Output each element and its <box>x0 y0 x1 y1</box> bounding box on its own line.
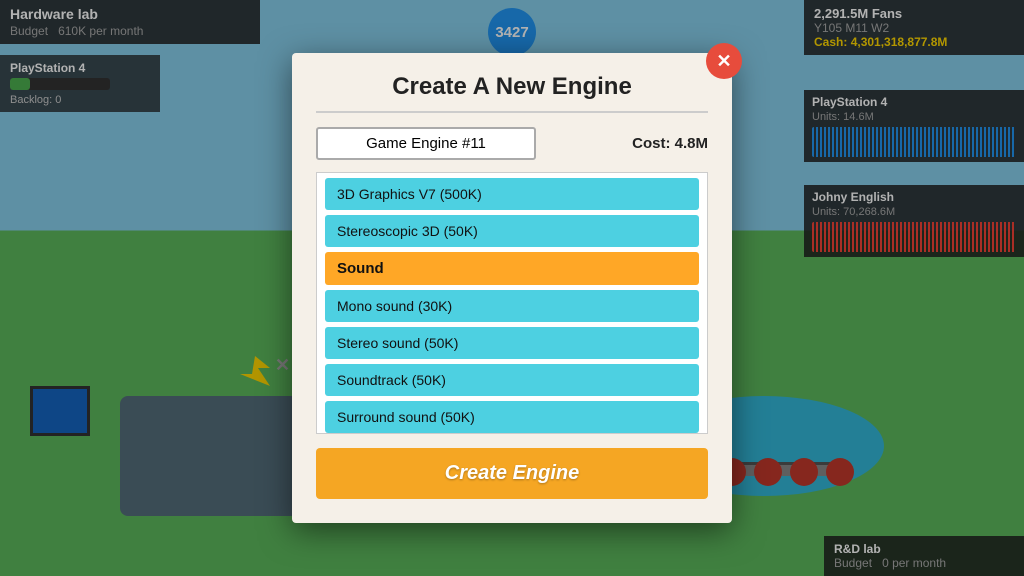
feature-item[interactable]: Stereoscopic 3D (50K) <box>325 215 699 247</box>
create-button-label: Create Engine <box>445 462 579 484</box>
modal-overlay: ✕ Create A New Engine Cost: 4.8M 3D Grap… <box>0 0 1024 576</box>
feature-section-header: Sound <box>325 252 699 285</box>
engine-name-row: Cost: 4.8M <box>316 127 708 160</box>
create-engine-modal: ✕ Create A New Engine Cost: 4.8M 3D Grap… <box>292 53 732 523</box>
modal-title: Create A New Engine <box>316 73 708 113</box>
features-scroll[interactable]: 3D Graphics V7 (500K) Stereoscopic 3D (50… <box>317 173 707 433</box>
features-container: 3D Graphics V7 (500K) Stereoscopic 3D (50… <box>316 172 708 434</box>
modal-close-button[interactable]: ✕ <box>706 43 742 79</box>
create-engine-button[interactable]: Create Engine <box>316 448 708 499</box>
feature-item[interactable]: Surround sound (50K) <box>325 401 699 433</box>
feature-item[interactable]: Stereo sound (50K) <box>325 327 699 359</box>
feature-item[interactable]: Soundtrack (50K) <box>325 364 699 396</box>
feature-item[interactable]: Mono sound (30K) <box>325 290 699 322</box>
close-icon: ✕ <box>716 51 731 72</box>
engine-name-input[interactable] <box>316 127 536 160</box>
feature-item[interactable]: 3D Graphics V7 (500K) <box>325 178 699 210</box>
cost-label: Cost: 4.8M <box>632 135 708 152</box>
